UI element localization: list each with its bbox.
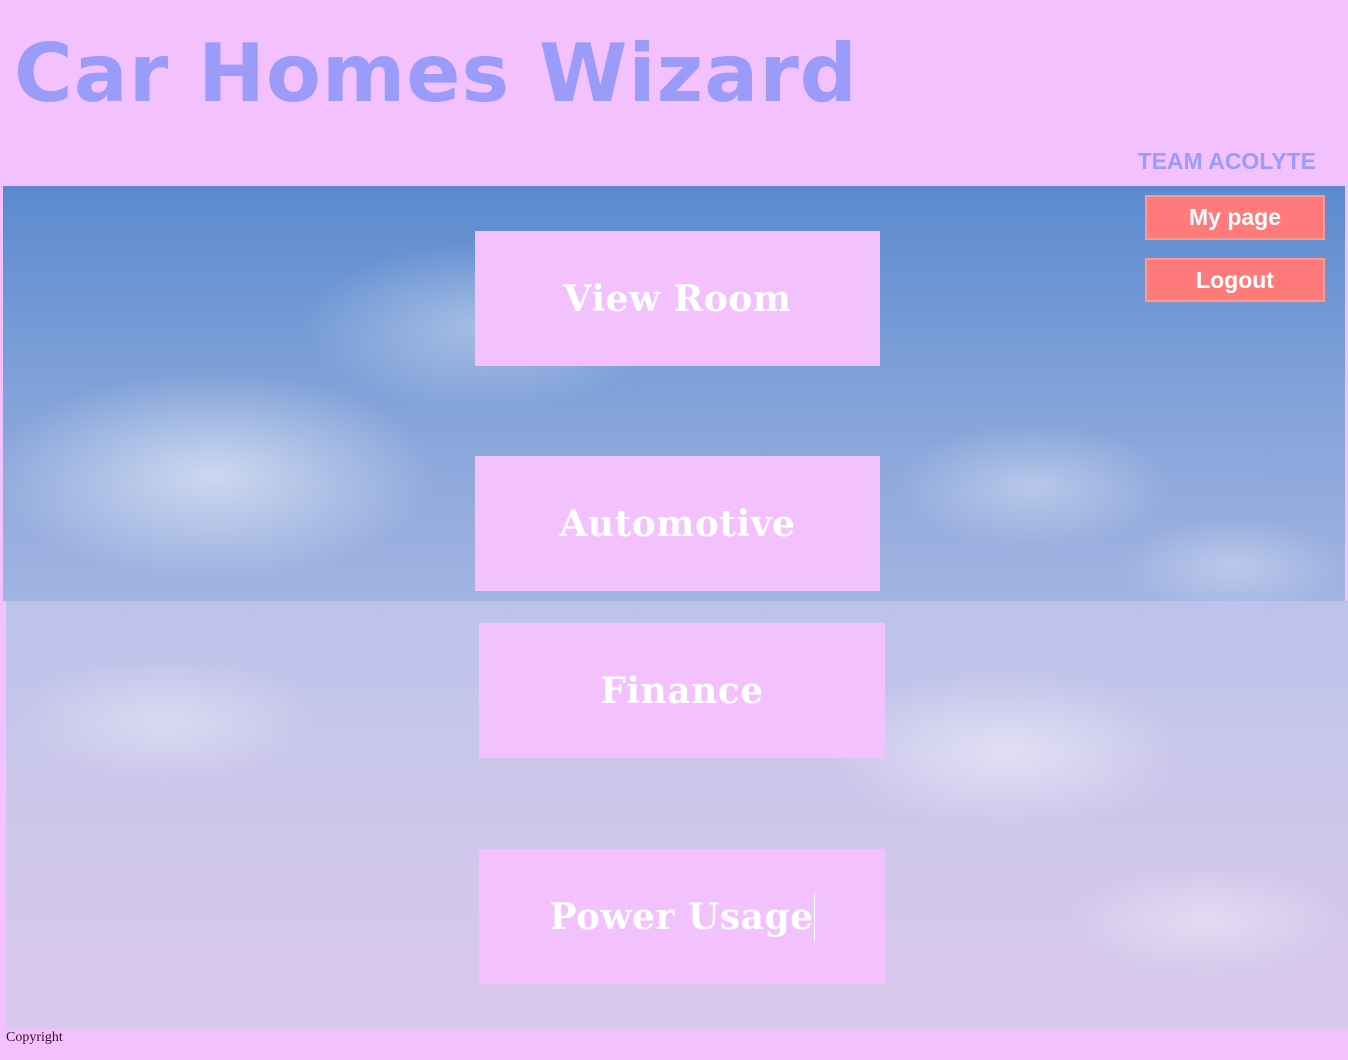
my-page-button[interactable]: My page: [1145, 195, 1325, 240]
logout-button[interactable]: Logout: [1145, 258, 1325, 302]
automotive-label: Automotive: [559, 502, 796, 545]
view-room-button[interactable]: View Room: [475, 231, 880, 366]
copyright-text: Copyright: [6, 1030, 63, 1045]
team-name: TEAM ACOLYTE: [1137, 148, 1316, 174]
view-room-label: View Room: [563, 277, 792, 320]
page: Car Homes Wizard TEAM ACOLYTE My page Lo…: [0, 0, 1348, 1060]
text-cursor: [813, 892, 815, 941]
power-usage-button[interactable]: Power Usage: [479, 849, 885, 984]
finance-button[interactable]: Finance: [479, 623, 885, 758]
header: Car Homes Wizard TEAM ACOLYTE: [0, 0, 1348, 186]
finance-label: Finance: [600, 669, 764, 712]
footer: Copyright: [0, 1029, 1348, 1060]
power-usage-label: Power Usage: [549, 895, 814, 938]
site-title: Car Homes Wizard: [14, 27, 858, 120]
automotive-button[interactable]: Automotive: [475, 456, 880, 591]
